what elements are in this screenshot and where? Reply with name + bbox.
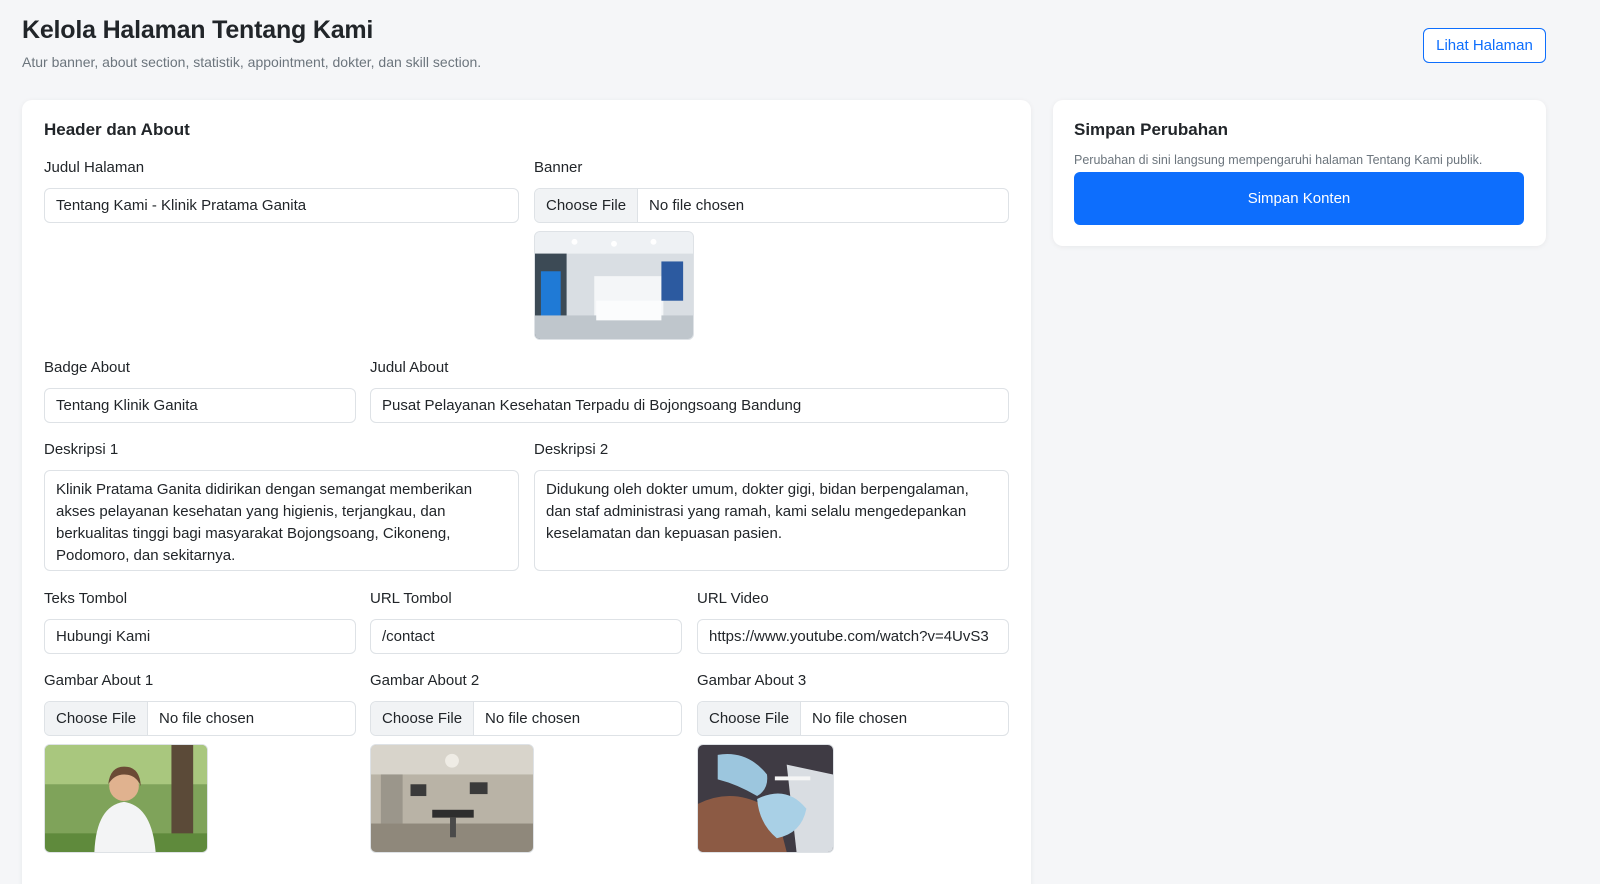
banner-label: Banner xyxy=(534,159,583,176)
file-status: No file chosen xyxy=(649,197,745,214)
gambar-about-3-label: Gambar About 3 xyxy=(697,672,807,689)
gambar-about-2-label: Gambar About 2 xyxy=(370,672,480,689)
choose-file-button[interactable]: Choose File xyxy=(535,189,639,222)
page-subtitle: Atur banner, about section, statistik, a… xyxy=(22,54,482,70)
save-card-title: Simpan Perubahan xyxy=(1074,120,1228,139)
save-note: Perubahan di sini langsung mempengaruhi … xyxy=(1074,153,1483,167)
teks-tombol-label: Teks Tombol xyxy=(44,590,128,607)
file-status: No file chosen xyxy=(812,710,908,727)
url-video-input[interactable]: https://www.youtube.com/watch?v=4UvS3 xyxy=(697,619,1009,654)
view-page-button[interactable]: Lihat Halaman xyxy=(1423,28,1546,63)
file-status: No file chosen xyxy=(485,710,581,727)
gambar-about-2-file-input[interactable]: Choose File No file chosen xyxy=(370,701,682,736)
choose-file-button[interactable]: Choose File xyxy=(45,702,149,735)
save-content-button[interactable]: Simpan Konten xyxy=(1074,172,1524,225)
choose-file-button[interactable]: Choose File xyxy=(698,702,802,735)
badge-about-label: Badge About xyxy=(44,359,130,376)
banner-preview-image xyxy=(534,231,694,340)
choose-file-button[interactable]: Choose File xyxy=(371,702,475,735)
judul-halaman-input[interactable]: Tentang Kami - Klinik Pratama Ganita xyxy=(44,188,519,223)
save-card: Simpan Perubahan Perubahan di sini langs… xyxy=(1053,100,1546,246)
page-header: Kelola Halaman Tentang Kami Atur banner,… xyxy=(22,16,481,70)
page-title: Kelola Halaman Tentang Kami xyxy=(22,16,374,44)
gambar-about-3-preview-image xyxy=(697,744,834,853)
deskripsi-2-textarea[interactable]: Didukung oleh dokter umum, dokter gigi, … xyxy=(534,470,1009,571)
teks-tombol-input[interactable]: Hubungi Kami xyxy=(44,619,356,654)
header-about-card: Header dan About Judul Halaman Tentang K… xyxy=(22,100,1031,884)
deskripsi-1-label: Deskripsi 1 xyxy=(44,441,119,458)
judul-about-label: Judul About xyxy=(370,359,449,376)
deskripsi-2-label: Deskripsi 2 xyxy=(534,441,609,458)
deskripsi-1-textarea[interactable]: Klinik Pratama Ganita didirikan dengan s… xyxy=(44,470,519,571)
gambar-about-3-file-input[interactable]: Choose File No file chosen xyxy=(697,701,1009,736)
gambar-about-2-preview-image xyxy=(370,744,534,853)
gambar-about-1-preview-image xyxy=(44,744,208,853)
gambar-about-1-label: Gambar About 1 xyxy=(44,672,154,689)
judul-halaman-label: Judul Halaman xyxy=(44,159,145,176)
card-title: Header dan About xyxy=(44,120,190,139)
url-tombol-label: URL Tombol xyxy=(370,590,452,607)
url-tombol-input[interactable]: /contact xyxy=(370,619,682,654)
badge-about-input[interactable]: Tentang Klinik Ganita xyxy=(44,388,356,423)
gambar-about-1-file-input[interactable]: Choose File No file chosen xyxy=(44,701,356,736)
banner-file-input[interactable]: Choose File No file chosen xyxy=(534,188,1009,223)
file-status: No file chosen xyxy=(159,710,255,727)
judul-about-input[interactable]: Pusat Pelayanan Kesehatan Terpadu di Boj… xyxy=(370,388,1009,423)
url-video-label: URL Video xyxy=(697,590,769,607)
